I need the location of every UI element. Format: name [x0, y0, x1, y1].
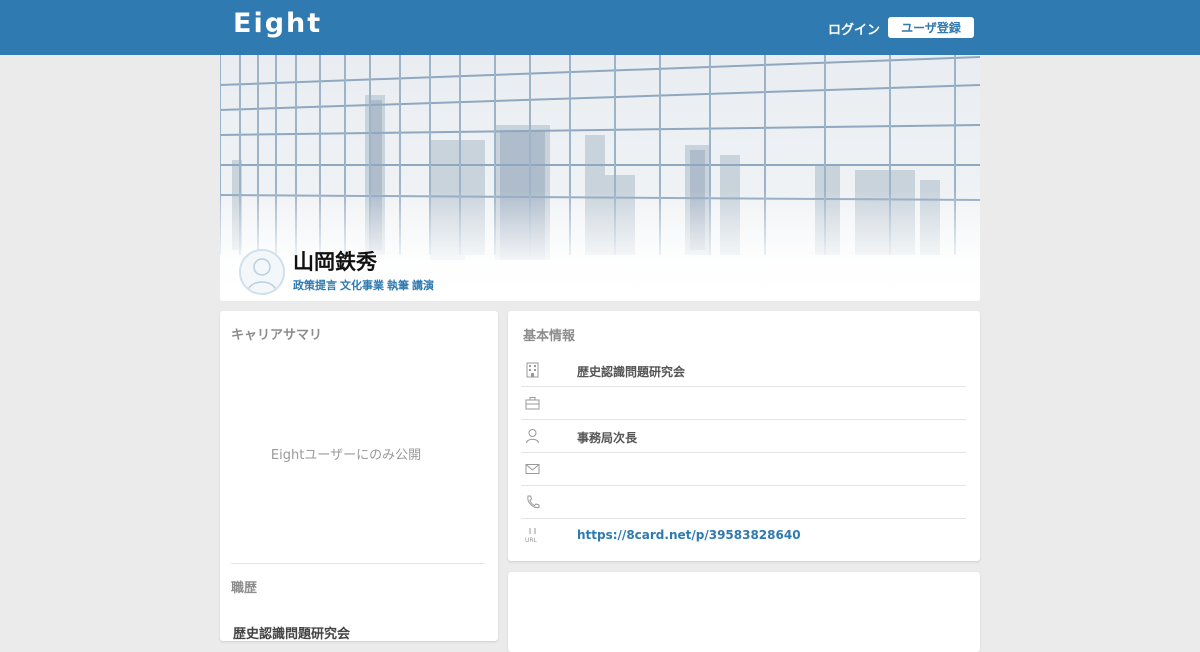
phone-icon — [527, 495, 540, 509]
info-row-department — [521, 387, 966, 420]
login-link[interactable]: ログイン — [828, 19, 880, 38]
info-row-company: 歴史認識問題研究会 — [521, 354, 966, 387]
building-icon — [526, 362, 539, 378]
profile-tag[interactable]: 執筆 — [387, 279, 409, 292]
profile-tags: 政策提言 文化事業 執筆 講演 — [293, 277, 437, 293]
info-row-phone — [521, 486, 966, 519]
work-history-title: 職歴 — [231, 581, 258, 596]
briefcase-icon — [525, 397, 540, 410]
info-row-email — [521, 453, 966, 486]
profile-name: 山岡鉄秀 — [293, 250, 377, 274]
profile-cover-card: 山岡鉄秀 政策提言 文化事業 執筆 講演 — [220, 55, 980, 301]
profile-tag[interactable]: 政策提言 — [293, 279, 337, 292]
top-header: Eight ログイン ユーザ登録 — [0, 0, 1200, 55]
mail-icon — [525, 464, 540, 474]
secondary-card — [508, 572, 980, 652]
profile-url-link[interactable]: https://8card.net/p/39583828640 — [577, 528, 801, 542]
profile-tag[interactable]: 文化事業 — [340, 279, 384, 292]
info-row-position: 事務局次長 — [521, 420, 966, 453]
divider — [231, 563, 485, 564]
work-history-item: 歴史認識問題研究会 — [233, 627, 351, 642]
basic-info-title: 基本情報 — [523, 329, 576, 344]
career-summary-title: キャリアサマリ — [231, 328, 323, 343]
job-title: 事務局次長 — [577, 431, 638, 445]
svg-text:URL: URL — [525, 537, 538, 543]
company-name: 歴史認識問題研究会 — [577, 365, 686, 379]
eight-logo[interactable]: Eight — [233, 8, 322, 39]
info-row-url: URL https://8card.net/p/39583828640 — [521, 519, 966, 552]
basic-info-card: 基本情報 歴史認識問題研究会 事務局次長 URL https://8card.n… — [508, 311, 980, 561]
register-button[interactable]: ユーザ登録 — [888, 17, 974, 38]
career-summary-card: キャリアサマリ Eightユーザーにのみ公開 職歴 歴史認識問題研究会 — [220, 311, 498, 642]
person-icon — [526, 429, 539, 444]
avatar — [239, 249, 285, 295]
profile-tag[interactable]: 講演 — [412, 279, 434, 292]
url-icon: URL — [525, 528, 538, 543]
default-avatar-icon — [241, 251, 283, 293]
members-only-notice: Eightユーザーにのみ公開 — [270, 448, 422, 463]
